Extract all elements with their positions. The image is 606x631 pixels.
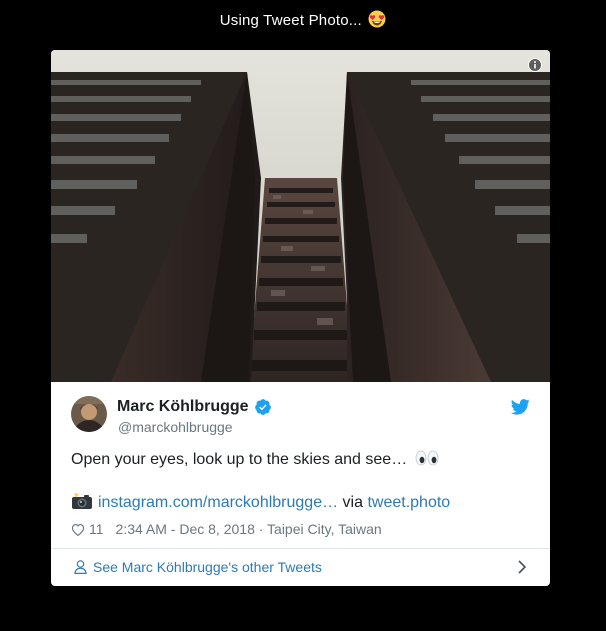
heart-eyes-emoji-icon — [368, 10, 386, 28]
info-icon[interactable] — [528, 58, 542, 72]
instagram-link[interactable]: instagram.com/marckohlbrugge… — [98, 494, 338, 511]
avatar[interactable] — [71, 396, 107, 432]
chevron-right-icon — [518, 560, 526, 574]
tweet-photo-link[interactable]: tweet.photo — [367, 494, 450, 511]
via-label: via — [342, 494, 363, 511]
tweet-text: Open your eyes, look up to the skies and… — [71, 449, 439, 471]
person-icon — [74, 560, 87, 574]
author-name[interactable]: Marc Köhlbrugge — [117, 397, 249, 417]
camera-flash-icon — [72, 493, 92, 509]
author-handle[interactable]: @marckohlbrugge — [118, 418, 233, 436]
embedded-tweet-card: Marc Köhlbrugge @marckohlbrugge Open you… — [51, 50, 550, 586]
twitter-bird-icon[interactable] — [511, 399, 530, 415]
tweet-photo[interactable] — [51, 50, 550, 382]
eyes-emoji-icon — [415, 450, 439, 466]
see-other-tweets-button[interactable]: See Marc Köhlbrugge's other Tweets — [51, 549, 550, 586]
avatar-image — [71, 396, 107, 432]
tweet-meta: 11 2:34 AM - Dec 8, 2018 · Taipei City, T… — [71, 520, 382, 538]
heart-outline-icon[interactable] — [71, 523, 85, 536]
page-title-text: Using Tweet Photo... — [219, 12, 362, 29]
page-title: Using Tweet Photo... — [0, 10, 606, 31]
tweet-timestamp[interactable]: 2:34 AM - Dec 8, 2018 · Taipei City, Tai… — [116, 521, 382, 537]
like-count[interactable]: 11 — [89, 521, 104, 537]
see-other-tweets-label: See Marc Köhlbrugge's other Tweets — [93, 559, 322, 575]
tweet-body: Marc Köhlbrugge @marckohlbrugge Open you… — [51, 382, 550, 548]
tweet-text-content: Open your eyes, look up to the skies and… — [71, 451, 408, 468]
tweet-link-line: instagram.com/marckohlbrugge… via tweet.… — [71, 492, 450, 514]
verified-badge-icon — [255, 399, 271, 415]
